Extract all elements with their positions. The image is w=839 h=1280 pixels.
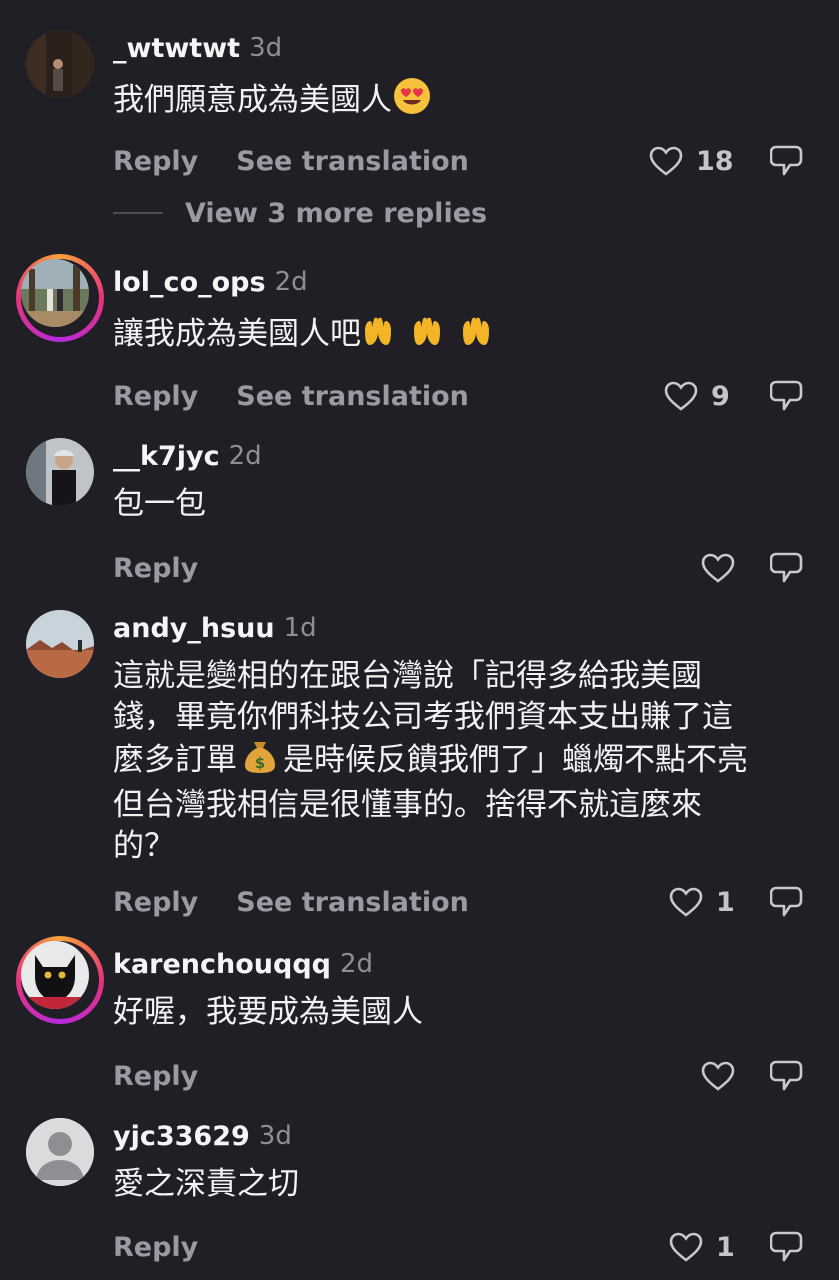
avatar-story-ring[interactable]: [16, 936, 104, 1024]
dislike-button[interactable]: [770, 548, 804, 588]
view-more-replies[interactable]: View 3 more replies: [113, 196, 487, 230]
comment-text-segment: 是時候反饋我們了」蠟燭不點不亮: [283, 742, 748, 778]
reply-button[interactable]: Reply: [113, 1061, 198, 1092]
thumb-down-speech-icon: [770, 884, 804, 920]
username[interactable]: karenchouqqq: [113, 949, 331, 980]
avatar[interactable]: [26, 610, 94, 678]
comment-text-content: 我們願意成為美國人: [113, 82, 392, 118]
comment-text-content: 好喔，我要成為美國人: [113, 994, 423, 1030]
like-count: 9: [711, 380, 730, 412]
timestamp: 3d: [258, 1121, 292, 1151]
reply-button[interactable]: Reply: [113, 146, 198, 177]
reply-button[interactable]: Reply: [113, 887, 198, 918]
raised-hands-emoji-icon: [361, 310, 509, 361]
comment-text-line: 但台灣我相信是很懂事的。捨得不就這麼來: [113, 787, 702, 823]
heart-outline-icon: [648, 145, 684, 177]
thumb-down-speech-icon: [770, 378, 804, 414]
view-more-replies-label: View 3 more replies: [185, 197, 488, 229]
avatar: [21, 259, 89, 327]
comment-text-content: 包一包: [113, 486, 206, 522]
thumb-down-speech-icon: [770, 550, 804, 586]
like-button[interactable]: 18: [648, 141, 734, 181]
avatar-story-ring[interactable]: [16, 254, 104, 342]
comment-text: 包一包: [113, 484, 803, 525]
username[interactable]: lol_co_ops: [113, 267, 266, 298]
comment-text: 愛之深責之切: [113, 1164, 803, 1205]
like-button[interactable]: [700, 1056, 736, 1096]
dislike-button[interactable]: [770, 1056, 804, 1096]
thumb-down-speech-icon: [770, 143, 804, 179]
like-count: 18: [696, 145, 734, 177]
default-avatar-icon[interactable]: [26, 1118, 94, 1186]
see-translation-button[interactable]: See translation: [236, 146, 469, 177]
like-count: 1: [716, 886, 735, 918]
like-button[interactable]: [700, 548, 736, 588]
heart-outline-icon: [700, 552, 736, 584]
avatar[interactable]: [26, 30, 94, 98]
comment-text-segment: 麼多訂單: [113, 742, 237, 778]
timestamp: 3d: [249, 33, 283, 63]
reply-button[interactable]: Reply: [113, 1232, 198, 1263]
reply-button[interactable]: Reply: [113, 553, 198, 584]
svg-text:$: $: [255, 754, 265, 772]
comment-text-line: 麼多訂單 $ 是時候反饋我們了」蠟燭不點不亮: [113, 738, 803, 785]
heart-outline-icon: [668, 886, 704, 918]
timestamp: 2d: [274, 267, 308, 297]
timestamp: 2d: [228, 441, 262, 471]
comment-text-content: 讓我成為美國人吧: [113, 316, 361, 352]
heart-outline-icon: [663, 380, 699, 412]
heart-outline-icon: [668, 1231, 704, 1263]
heart-outline-icon: [700, 1060, 736, 1092]
username[interactable]: _wtwtwt: [113, 33, 240, 64]
username[interactable]: andy_hsuu: [113, 613, 275, 644]
like-button[interactable]: 9: [663, 376, 730, 416]
dislike-button[interactable]: [770, 376, 804, 416]
username[interactable]: yjc33629: [113, 1121, 250, 1152]
like-count: 1: [716, 1231, 735, 1263]
like-button[interactable]: 1: [668, 882, 735, 922]
see-translation-button[interactable]: See translation: [236, 887, 469, 918]
comment-text-line: 這就是變相的在跟台灣說「記得多給我美國: [113, 658, 702, 694]
timestamp: 2d: [340, 949, 374, 979]
avatar[interactable]: [26, 438, 94, 506]
comment-text: 讓我成為美國人吧: [113, 310, 803, 361]
avatar: [21, 941, 89, 1009]
money-bag-emoji-icon: $: [243, 738, 277, 785]
comment-text-line: 錢，畢竟你們科技公司考我們資本支出賺了這: [113, 699, 733, 735]
dislike-button[interactable]: [770, 1227, 804, 1267]
dislike-button[interactable]: [770, 141, 804, 181]
reply-button[interactable]: Reply: [113, 381, 198, 412]
divider: [113, 212, 163, 214]
thumb-down-speech-icon: [770, 1229, 804, 1265]
comment-text: 我們願意成為美國人: [113, 76, 803, 127]
heart-eyes-emoji-icon: [392, 76, 432, 127]
comment-text: 這就是變相的在跟台灣說「記得多給我美國 錢，畢竟你們科技公司考我們資本支出賺了這…: [113, 656, 803, 867]
comment-text-content: 愛之深責之切: [113, 1166, 299, 1202]
timestamp: 1d: [283, 613, 317, 643]
comment-text-line: 的？: [113, 828, 175, 864]
dislike-button[interactable]: [770, 882, 804, 922]
like-button[interactable]: 1: [668, 1227, 735, 1267]
see-translation-button[interactable]: See translation: [236, 381, 469, 412]
username[interactable]: __k7jyc: [113, 441, 220, 472]
thumb-down-speech-icon: [770, 1058, 804, 1094]
comment-text: 好喔，我要成為美國人: [113, 992, 803, 1033]
